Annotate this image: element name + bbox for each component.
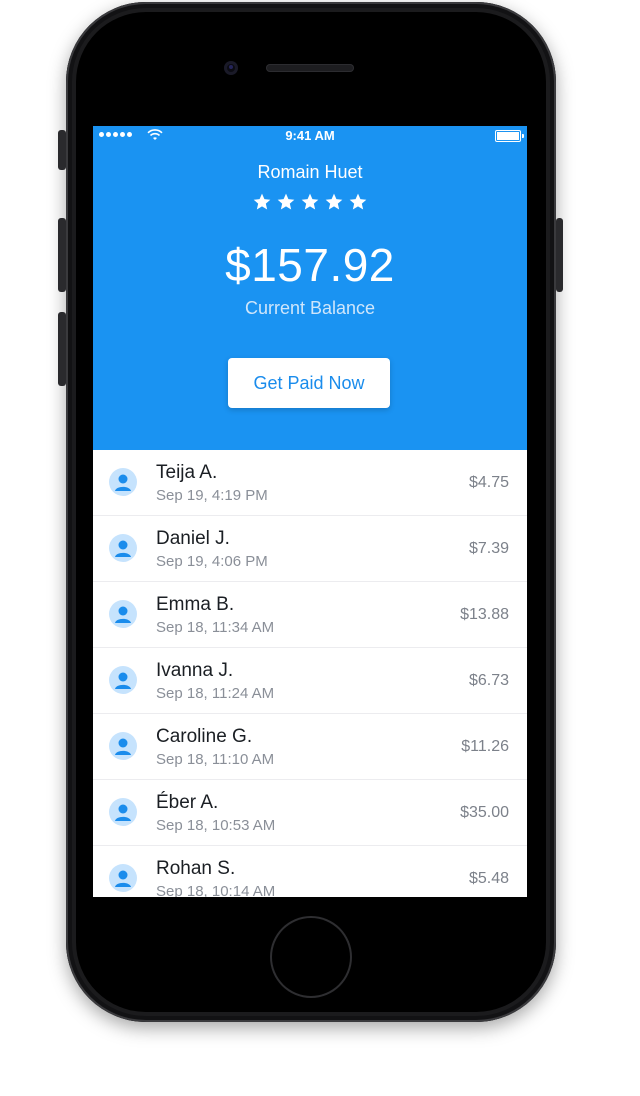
transaction-date: Sep 19, 4:19 PM <box>156 487 268 504</box>
payer-name: Rohan S. <box>156 858 236 879</box>
transaction-row[interactable]: Rohan S. Sep 18, 10:14 AM $5.48 <box>93 846 527 897</box>
transaction-amount: $5.48 <box>468 870 509 887</box>
front-camera <box>224 61 238 75</box>
user-name: Romain Huet <box>257 162 363 182</box>
volume-down-button <box>58 312 66 386</box>
balance-header: 9:41 AM Romain Huet $157.92 Current Bala… <box>93 126 527 450</box>
power-button <box>556 218 563 292</box>
earpiece-speaker <box>266 64 354 72</box>
star-rating <box>93 192 527 212</box>
user-avatar-icon <box>109 534 137 562</box>
transaction-row[interactable]: Éber A. Sep 18, 10:53 AM $35.00 <box>93 780 527 846</box>
transaction-row[interactable]: Caroline G. Sep 18, 11:10 AM $11.26 <box>93 714 527 780</box>
transaction-row[interactable]: Emma B. Sep 18, 11:34 AM $13.88 <box>93 582 527 648</box>
transaction-date: Sep 18, 11:10 AM <box>156 751 275 768</box>
app-screen: 9:41 AM Romain Huet $157.92 Current Bala… <box>93 126 527 897</box>
status-bar: 9:41 AM <box>93 126 527 146</box>
transaction-row[interactable]: Ivanna J. Sep 18, 11:24 AM $6.73 <box>93 648 527 714</box>
status-time: 9:41 AM <box>285 128 335 143</box>
balance-label: Current Balance <box>244 298 376 318</box>
transaction-row[interactable]: Teija A. Sep 19, 4:19 PM $4.75 <box>93 450 527 516</box>
transaction-amount: $13.88 <box>460 606 509 623</box>
transaction-amount: $4.75 <box>468 474 509 491</box>
transaction-date: Sep 18, 11:24 AM <box>156 685 275 702</box>
transaction-amount: $6.73 <box>468 672 509 689</box>
transaction-amount: $35.00 <box>460 804 509 821</box>
transaction-date: Sep 18, 10:53 AM <box>156 817 276 834</box>
user-avatar-icon <box>109 864 137 892</box>
user-avatar-icon <box>109 600 137 628</box>
transaction-row[interactable]: Daniel J. Sep 19, 4:06 PM $7.39 <box>93 516 527 582</box>
mute-switch <box>58 130 66 170</box>
star-icon <box>301 193 319 210</box>
payer-name: Daniel J. <box>156 528 230 549</box>
user-avatar-icon <box>109 666 137 694</box>
star-icon <box>325 193 343 210</box>
transaction-amount: $7.39 <box>468 540 509 557</box>
get-paid-now-button[interactable]: Get Paid Now <box>228 358 390 408</box>
battery-icon <box>495 130 524 142</box>
user-avatar-icon <box>109 798 137 826</box>
payer-name: Ivanna J. <box>156 660 234 681</box>
user-avatar-icon <box>109 732 137 760</box>
volume-up-button <box>58 218 66 292</box>
transaction-date: Sep 18, 11:34 AM <box>156 619 275 636</box>
star-icon <box>277 193 295 210</box>
transaction-list: Teija A. Sep 19, 4:19 PM $4.75 Daniel J. Sep… <box>93 450 527 897</box>
star-icon <box>349 193 367 210</box>
payer-name: Teija A. <box>156 462 218 483</box>
user-avatar-icon <box>109 468 137 496</box>
payer-name: Caroline G. <box>156 726 253 747</box>
transaction-date: Sep 19, 4:06 PM <box>156 553 268 570</box>
balance-amount: $157.92 <box>225 239 395 291</box>
transaction-amount: $11.26 <box>461 738 509 755</box>
transaction-date: Sep 18, 10:14 AM <box>156 883 276 897</box>
home-button[interactable] <box>272 918 350 996</box>
star-icon <box>253 193 271 210</box>
payer-name: Emma B. <box>156 594 235 615</box>
payer-name: Éber A. <box>156 792 219 813</box>
